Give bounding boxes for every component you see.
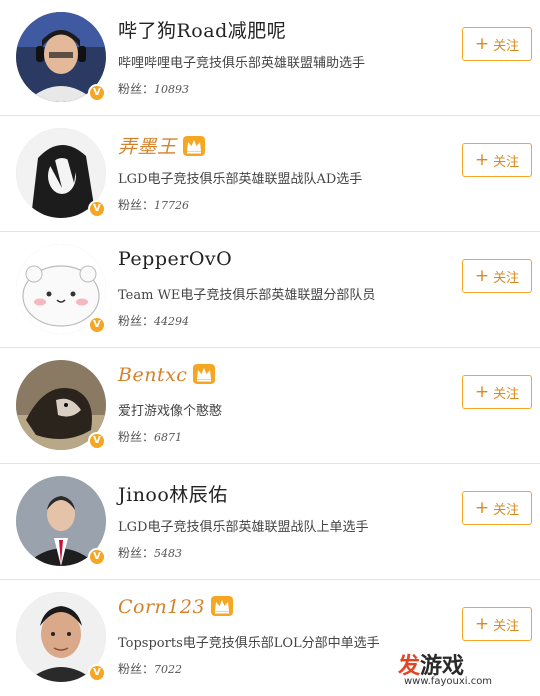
verified-badge-icon: V [88, 84, 106, 102]
user-name[interactable]: Corn123 [118, 596, 234, 618]
follow-label: 关注 [493, 502, 520, 518]
follow-button[interactable]: + 关注 [462, 143, 532, 177]
fans-label: 粉丝： [118, 198, 155, 212]
user-list: V 哔了狗Road减肥呢 哔哩哔哩电子竞技俱乐部英雄联盟辅助选手 粉丝：10893 + 关… [0, 0, 540, 696]
fans-count: 粉丝：44294 [118, 312, 189, 329]
user-name[interactable]: Bentxc [118, 364, 216, 386]
user-name[interactable]: PepperOvO [118, 248, 232, 270]
fans-value: 17726 [154, 199, 190, 212]
user-description: Team WE电子竞技俱乐部英雄联盟分部队员 [118, 288, 376, 303]
verified-badge-icon: V [88, 548, 106, 566]
user-row[interactable]: V 哔了狗Road减肥呢哔哩哔哩电子竞技俱乐部英雄联盟辅助选手 粉丝：10893 + 关… [0, 0, 540, 116]
user-row[interactable]: V Bentxc 爱打游戏像个憨憨 粉丝：6871 + 关注 [0, 348, 540, 464]
plus-icon: + [474, 613, 490, 634]
user-row[interactable]: V PepperOvO Team WE电子竞技俱乐部英雄联盟分部队员 粉丝：44294… [0, 232, 540, 348]
follow-button[interactable]: + 关注 [462, 607, 532, 641]
fans-label: 粉丝： [118, 430, 155, 444]
vip-crown-icon [177, 136, 205, 158]
fans-value: 6871 [154, 431, 183, 444]
verified-badge-icon: V [88, 432, 106, 450]
verified-badge-icon: V [88, 200, 106, 218]
follow-button[interactable]: + 关注 [462, 259, 532, 293]
plus-icon: + [474, 33, 490, 54]
follow-button[interactable]: + 关注 [462, 491, 532, 525]
fans-label: 粉丝： [118, 662, 155, 676]
fans-count: 粉丝：17726 [118, 196, 189, 213]
fans-value: 10893 [154, 83, 190, 96]
fans-value: 7022 [154, 663, 183, 676]
user-row[interactable]: V 弄墨王 LGD电子竞技俱乐部英雄联盟战队AD选手 粉丝：17726 + 关注 [0, 116, 540, 232]
follow-label: 关注 [493, 270, 520, 286]
user-name[interactable]: 哔了狗Road减肥呢 [118, 16, 286, 43]
plus-icon: + [474, 149, 490, 170]
fans-label: 粉丝： [118, 314, 155, 328]
plus-icon: + [474, 381, 490, 402]
follow-label: 关注 [493, 154, 520, 170]
site-watermark: 发游戏 www.fayouxi.com [398, 648, 540, 692]
verified-badge-icon: V [88, 664, 106, 682]
fans-label: 粉丝： [118, 546, 155, 560]
follow-button[interactable]: + 关注 [462, 375, 532, 409]
user-row[interactable]: V Jinoo林辰佑 LGD电子竞技俱乐部英雄联盟战队上单选手 粉丝：5483 + 关注 [0, 464, 540, 580]
fans-count: 粉丝：5483 [118, 544, 182, 561]
user-name[interactable]: Jinoo林辰佑 [118, 480, 228, 507]
fans-value: 5483 [154, 547, 183, 560]
plus-icon: + [474, 497, 490, 518]
vip-crown-icon [205, 596, 234, 618]
verified-badge-icon: V [88, 316, 106, 334]
vip-crown-icon [187, 364, 216, 386]
follow-button[interactable]: + 关注 [462, 27, 532, 61]
user-description: 哔哩哔哩电子竞技俱乐部英雄联盟辅助选手 [118, 56, 366, 71]
user-name[interactable]: 弄墨王 [118, 132, 205, 159]
user-description: LGD电子竞技俱乐部英雄联盟战队上单选手 [118, 520, 369, 535]
fans-value: 44294 [154, 315, 190, 328]
user-description: Topsports电子竞技俱乐部LOL分部中单选手 [118, 636, 380, 651]
fans-count: 粉丝：10893 [118, 80, 189, 97]
fans-count: 粉丝：7022 [118, 660, 182, 677]
follow-label: 关注 [493, 618, 520, 634]
watermark-url: www.fayouxi.com [404, 676, 493, 687]
follow-label: 关注 [493, 38, 520, 54]
fans-count: 粉丝：6871 [118, 428, 182, 445]
user-description: LGD电子竞技俱乐部英雄联盟战队AD选手 [118, 172, 363, 187]
fans-label: 粉丝： [118, 82, 155, 96]
plus-icon: + [474, 265, 490, 286]
follow-label: 关注 [493, 386, 520, 402]
user-description: 爱打游戏像个憨憨 [118, 404, 223, 419]
